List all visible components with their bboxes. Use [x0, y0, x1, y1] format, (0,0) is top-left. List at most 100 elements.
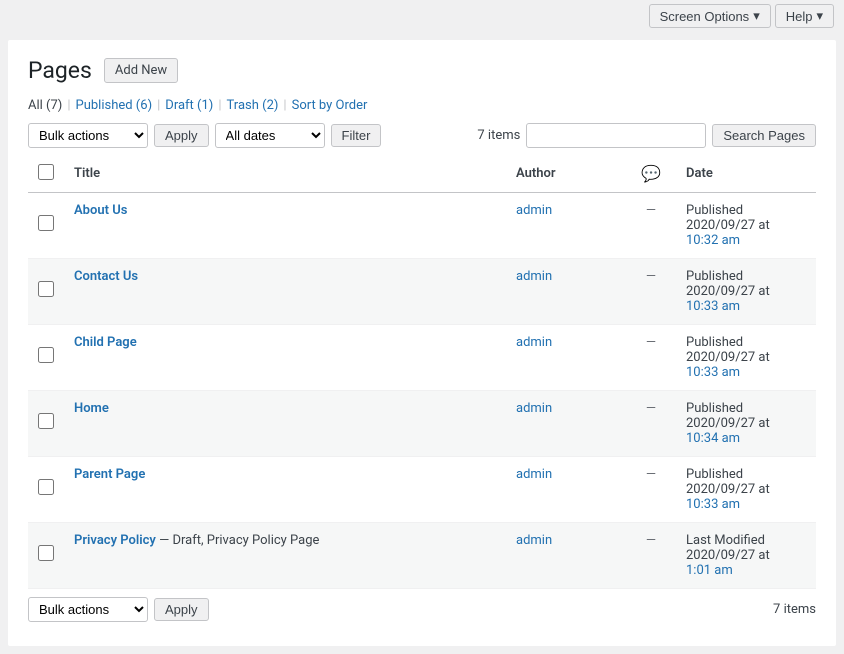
title-sort-link[interactable]: Title	[74, 166, 100, 181]
toolbar: Bulk actions Edit Move to Trash Apply Al…	[28, 123, 816, 148]
author-link[interactable]: admin	[516, 533, 552, 548]
filter-draft-link[interactable]: Draft (1)	[165, 98, 213, 113]
filter-all: All (7)	[28, 98, 62, 113]
filter-trash-link[interactable]: Trash (2)	[227, 98, 279, 113]
comment-bubble-icon: 💬	[641, 164, 661, 183]
help-label: Help	[786, 9, 813, 24]
date-time-link[interactable]: 1:01 am	[686, 563, 733, 578]
row-comments-cell: —	[626, 258, 676, 324]
select-all-checkbox[interactable]	[38, 164, 54, 180]
page-title-link[interactable]: About Us	[74, 203, 127, 218]
comments-value: —	[646, 269, 656, 284]
comments-value: —	[646, 203, 656, 218]
row-date-cell: Published 2020/09/27 at 10:33 am	[676, 258, 816, 324]
apply-button[interactable]: Apply	[154, 124, 209, 147]
sort-by-order-link[interactable]: Sort by Order	[292, 98, 368, 113]
page-title-link[interactable]: Privacy Policy	[74, 533, 156, 548]
filter-sep-3: |	[218, 98, 221, 113]
date-time-link[interactable]: 10:34 am	[686, 431, 740, 446]
page-title: Pages	[28, 56, 92, 86]
help-button[interactable]: Help ▾	[775, 4, 834, 28]
date-status: Published	[686, 467, 806, 482]
author-link[interactable]: admin	[516, 203, 552, 218]
page-title-link[interactable]: Child Page	[74, 335, 137, 350]
date-time-link[interactable]: 10:33 am	[686, 497, 740, 512]
row-date-cell: Published 2020/09/27 at 10:33 am	[676, 324, 816, 390]
filter-sep-1: |	[67, 98, 70, 113]
top-bar: Screen Options ▾ Help ▾	[0, 0, 844, 32]
table-row: Child Page admin — Published 2020/09/27 …	[28, 324, 816, 390]
bulk-actions-select[interactable]: Bulk actions Edit Move to Trash	[28, 123, 148, 148]
row-date-cell: Published 2020/09/27 at 10:33 am	[676, 456, 816, 522]
row-comments-cell: —	[626, 390, 676, 456]
comments-value: —	[646, 467, 656, 482]
filter-trash: Trash (2)	[227, 98, 279, 113]
author-link[interactable]: admin	[516, 269, 552, 284]
row-checkbox[interactable]	[38, 215, 54, 231]
date-value: 2020/09/27 at	[686, 218, 806, 233]
row-comments-cell: —	[626, 324, 676, 390]
screen-options-button[interactable]: Screen Options ▾	[649, 4, 771, 28]
title-column-header[interactable]: Title	[64, 156, 506, 193]
main-content: Pages Add New All (7) | Published (6) | …	[8, 40, 836, 646]
table-row: Parent Page admin — Published 2020/09/27…	[28, 456, 816, 522]
row-title-cell: Parent Page	[64, 456, 506, 522]
filter-all-link[interactable]: All (7)	[28, 98, 62, 113]
row-author-cell: admin	[506, 522, 626, 588]
row-author-cell: admin	[506, 258, 626, 324]
date-filter-select[interactable]: All dates	[215, 123, 325, 148]
items-count: 7 items	[477, 128, 520, 143]
row-title-cell: Contact Us	[64, 258, 506, 324]
bottom-bulk-actions-select[interactable]: Bulk actions Edit Move to Trash	[28, 597, 148, 622]
row-date-cell: Published 2020/09/27 at 10:32 am	[676, 192, 816, 258]
row-checkbox[interactable]	[38, 347, 54, 363]
author-column-header: Author	[506, 156, 626, 193]
row-checkbox-cell	[28, 324, 64, 390]
row-comments-cell: —	[626, 456, 676, 522]
add-new-button[interactable]: Add New	[104, 58, 178, 83]
date-column-header: Date	[676, 156, 816, 193]
date-value: 2020/09/27 at	[686, 416, 806, 431]
search-pages-button[interactable]: Search Pages	[712, 124, 816, 147]
row-checkbox[interactable]	[38, 479, 54, 495]
row-checkbox-cell	[28, 456, 64, 522]
toolbar-right: 7 items Search Pages	[477, 123, 816, 148]
bottom-items-count: 7 items	[773, 602, 816, 617]
page-draft-text: — Draft, Privacy Policy Page	[159, 533, 319, 548]
row-comments-cell: —	[626, 522, 676, 588]
table-header-row: Title Author 💬 Date	[28, 156, 816, 193]
author-link[interactable]: admin	[516, 401, 552, 416]
author-link[interactable]: admin	[516, 467, 552, 482]
page-title-link[interactable]: Contact Us	[74, 269, 138, 284]
page-title-link[interactable]: Home	[74, 401, 109, 416]
filter-published-link[interactable]: Published (6)	[76, 98, 153, 113]
row-checkbox[interactable]	[38, 281, 54, 297]
comments-value: —	[646, 401, 656, 416]
row-title-cell: Child Page	[64, 324, 506, 390]
page-title-link[interactable]: Parent Page	[74, 467, 145, 482]
date-value: 2020/09/27 at	[686, 482, 806, 497]
sort-by: Sort by Order	[292, 98, 368, 113]
row-checkbox-cell	[28, 192, 64, 258]
row-author-cell: admin	[506, 456, 626, 522]
row-checkbox[interactable]	[38, 545, 54, 561]
date-time-link[interactable]: 10:33 am	[686, 365, 740, 380]
table-body: About Us admin — Published 2020/09/27 at…	[28, 192, 816, 588]
filter-button[interactable]: Filter	[331, 124, 382, 147]
row-checkbox[interactable]	[38, 413, 54, 429]
filter-sep-4: |	[283, 98, 286, 113]
date-time-link[interactable]: 10:32 am	[686, 233, 740, 248]
date-time-link[interactable]: 10:33 am	[686, 299, 740, 314]
author-link[interactable]: admin	[516, 335, 552, 350]
search-input[interactable]	[526, 123, 706, 148]
row-date-cell: Published 2020/09/27 at 10:34 am	[676, 390, 816, 456]
bottom-apply-button[interactable]: Apply	[154, 598, 209, 621]
date-status: Published	[686, 269, 806, 284]
filter-draft: Draft (1)	[165, 98, 213, 113]
filter-sep-2: |	[157, 98, 160, 113]
row-checkbox-cell	[28, 258, 64, 324]
select-all-header	[28, 156, 64, 193]
date-status: Published	[686, 401, 806, 416]
row-checkbox-cell	[28, 522, 64, 588]
date-value: 2020/09/27 at	[686, 284, 806, 299]
